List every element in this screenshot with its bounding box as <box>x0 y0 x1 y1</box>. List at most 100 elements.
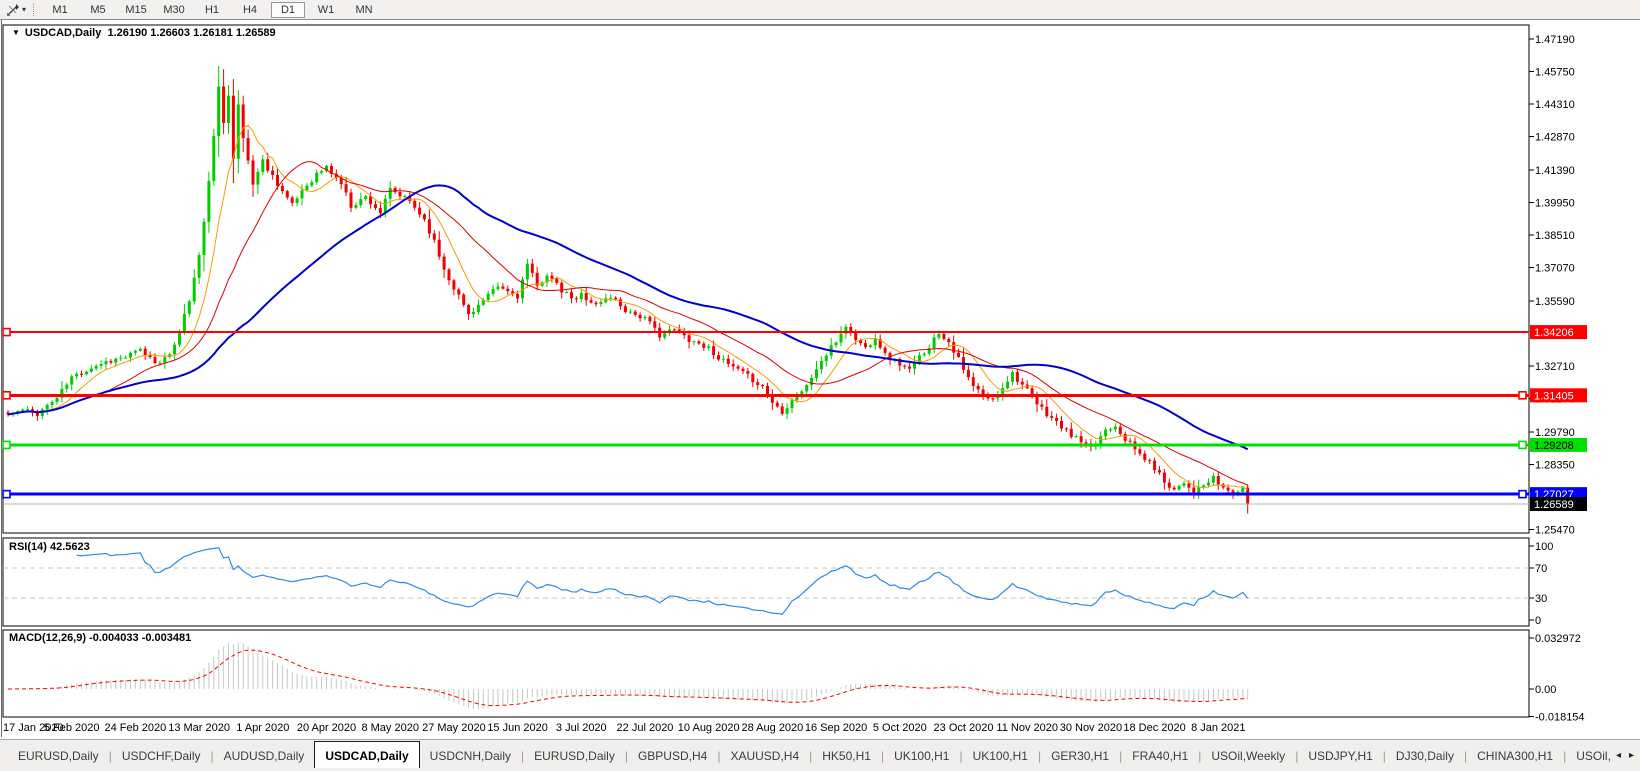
line-handle[interactable] <box>1519 441 1526 448</box>
candle-body <box>296 198 299 203</box>
candle-body <box>399 192 402 196</box>
candle-body <box>1207 483 1210 486</box>
bottom-tab-china300-h1[interactable]: CHINA300,H1 <box>1467 744 1563 768</box>
candle-body <box>252 161 255 185</box>
candle-body <box>903 366 906 367</box>
rsi-tick-label: 100 <box>1535 541 1553 553</box>
timeframe-button-mn[interactable]: MN <box>347 2 381 18</box>
price-tick-label: 1.45750 <box>1535 67 1575 79</box>
timeframe-button-w1[interactable]: W1 <box>309 2 343 18</box>
candle-body <box>266 159 269 170</box>
candle-body <box>1168 483 1171 488</box>
macd-pane[interactable] <box>3 630 1529 717</box>
candle-body <box>124 358 127 359</box>
rsi-tick-label: 0 <box>1535 615 1541 627</box>
line-handle[interactable] <box>3 329 10 336</box>
candle-body <box>707 346 710 348</box>
tab-scroll-right-icon[interactable]: ▸ <box>1629 750 1634 761</box>
line-handle[interactable] <box>3 491 10 498</box>
candle-body <box>26 409 29 410</box>
candle-body <box>560 283 563 293</box>
candle-body <box>487 294 490 300</box>
chart-canvas[interactable]: 1.471901.457501.443101.428701.413901.399… <box>0 0 1640 740</box>
toolbar-grip[interactable] <box>33 3 34 16</box>
candle-body <box>727 359 730 364</box>
tool-dropdown-caret[interactable]: ▾ <box>22 5 26 14</box>
candle-body <box>825 356 828 362</box>
bottom-tab-usoil-weekly[interactable]: USOil,Weekly <box>1201 744 1295 768</box>
line-handle[interactable] <box>3 392 10 399</box>
bottom-tab-xauusd-h4[interactable]: XAUUSD,H4 <box>720 744 809 768</box>
candle-body <box>590 300 593 302</box>
candle-body <box>163 357 166 363</box>
bottom-tab-audusd-daily[interactable]: AUDUSD,Daily <box>214 744 315 768</box>
candle-body <box>1060 421 1063 429</box>
bottom-tab-ger30-h1[interactable]: GER30,H1 <box>1041 744 1119 768</box>
bottom-tab-usdcad-daily[interactable]: USDCAD,Daily <box>314 741 419 768</box>
candle-body <box>114 359 117 363</box>
line-handle[interactable] <box>1519 392 1526 399</box>
candle-body <box>46 405 49 409</box>
bottom-tab-fra40-h1[interactable]: FRA40,H1 <box>1122 744 1198 768</box>
timeframe-button-h1[interactable]: H1 <box>195 2 229 18</box>
candle-body <box>261 159 264 172</box>
candle-body <box>570 292 573 298</box>
candle-body <box>222 87 225 123</box>
timeframe-button-d1[interactable]: D1 <box>271 2 305 18</box>
chart-symbol-period: USDCAD,Daily <box>25 27 101 39</box>
bottom-tab-dj30-daily[interactable]: DJ30,Daily <box>1386 744 1464 768</box>
candle-body <box>75 374 78 377</box>
price-tick-label: 1.29790 <box>1535 427 1575 439</box>
candle-body <box>526 264 529 280</box>
timeframe-button-m5[interactable]: M5 <box>81 2 115 18</box>
candle-body <box>835 342 838 345</box>
candle-body <box>51 402 54 405</box>
timeframe-button-m1[interactable]: M1 <box>43 2 77 18</box>
candle-body <box>1217 476 1220 484</box>
bottom-tab-uk100-h1[interactable]: UK100,H1 <box>963 744 1038 768</box>
candle-body <box>1050 416 1053 418</box>
candle-body <box>531 264 534 273</box>
bottom-tab-hk50-h1[interactable]: HK50,H1 <box>812 744 881 768</box>
candle-body <box>1099 436 1102 443</box>
candle-body <box>874 339 877 345</box>
bottom-tab-gbpusd-h4[interactable]: GBPUSD,H4 <box>628 744 717 768</box>
candle-body <box>712 346 715 355</box>
timeframe-button-m15[interactable]: M15 <box>119 2 153 18</box>
candle-body <box>624 306 627 312</box>
bottom-tab-eurusd-daily[interactable]: EURUSD,Daily <box>524 744 625 768</box>
timeframe-button-h4[interactable]: H4 <box>233 2 267 18</box>
candle-body <box>933 338 936 349</box>
chart-ohlc-values: 1.26190 1.26603 1.26181 1.26589 <box>107 27 275 39</box>
bottom-tab-usdjpy-h1[interactable]: USDJPY,H1 <box>1298 744 1382 768</box>
candle-body <box>722 359 725 360</box>
macd-tick-label: -0.018154 <box>1535 712 1585 724</box>
candle-body <box>472 312 475 314</box>
bottom-tab-eurusd-daily[interactable]: EURUSD,Daily <box>8 744 109 768</box>
candle-body <box>756 382 759 385</box>
price-badge-label: 1.26589 <box>1534 499 1574 511</box>
bottom-tab-usdchf-daily[interactable]: USDCHF,Daily <box>112 744 211 768</box>
candle-body <box>702 344 705 348</box>
tab-scroll-left-icon[interactable]: ◂ <box>1616 750 1621 761</box>
candle-body <box>673 329 676 330</box>
line-handle[interactable] <box>1519 491 1526 498</box>
date-label: 5 Feb 2020 <box>44 722 100 734</box>
candle-body <box>217 87 220 136</box>
candle-body <box>967 370 970 377</box>
line-handle[interactable] <box>3 441 10 448</box>
date-label: 28 Aug 2020 <box>742 722 804 734</box>
collapse-ohlc-icon[interactable]: ▼ <box>12 28 20 37</box>
timeframe-button-m30[interactable]: M30 <box>157 2 191 18</box>
bottom-tab-usoil-[interactable]: USOil, <box>1566 744 1610 768</box>
candle-body <box>648 317 651 322</box>
price-tick-label: 1.32710 <box>1535 361 1575 373</box>
bottom-tab-uk100-h1[interactable]: UK100,H1 <box>884 744 959 768</box>
rsi-pane[interactable] <box>3 538 1529 626</box>
crosshair-tool-icon[interactable] <box>4 2 22 17</box>
candle-body <box>947 339 950 342</box>
candle-body <box>95 366 98 369</box>
bottom-tab-usdcnh-daily[interactable]: USDCNH,Daily <box>420 744 521 768</box>
candle-body <box>183 314 186 332</box>
candle-body <box>105 361 108 364</box>
